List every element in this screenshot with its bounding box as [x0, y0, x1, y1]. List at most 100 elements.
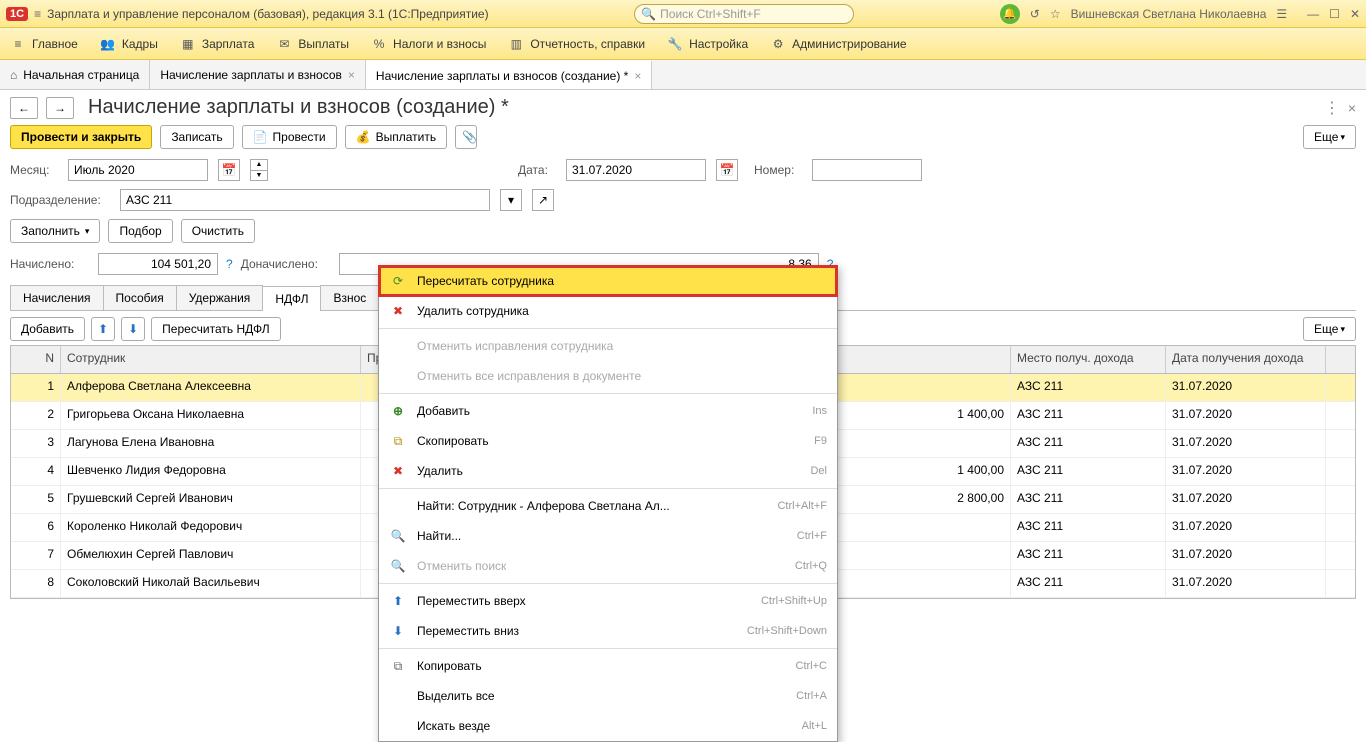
more-button[interactable]: Еще▾	[1303, 125, 1356, 149]
table-more-button[interactable]: Еще▾	[1303, 317, 1356, 341]
cell-date: 31.07.2020	[1166, 486, 1326, 513]
menu-main[interactable]: ≡Главное	[10, 36, 78, 52]
cell-emp: Шевченко Лидия Федоровна	[61, 458, 361, 485]
username[interactable]: Вишневская Светлана Николаевна	[1071, 7, 1267, 21]
post-button[interactable]: 📄Провести	[242, 125, 337, 149]
tab-close-icon[interactable]: ×	[634, 69, 641, 83]
ctx-find[interactable]: 🔍Найти...Ctrl+F	[379, 521, 837, 551]
month-spinner[interactable]: ▲▼	[250, 159, 268, 181]
spin-down-icon[interactable]: ▼	[251, 171, 267, 181]
calendar-icon[interactable]: 📅	[218, 159, 240, 181]
move-up-button[interactable]: ⬆	[91, 317, 115, 341]
post-close-button[interactable]: Провести и закрыть	[10, 125, 152, 149]
maximize-icon[interactable]: ☐	[1329, 7, 1340, 21]
nav-back-button[interactable]: ←	[10, 97, 38, 119]
bell-icon[interactable]: 🔔	[1000, 4, 1020, 24]
history-icon[interactable]: ↺	[1030, 7, 1040, 21]
col-n[interactable]: N	[11, 346, 61, 373]
fill-button[interactable]: Заполнить▾	[10, 219, 100, 243]
minimize-icon[interactable]: —	[1307, 7, 1319, 21]
menu-vyplaty[interactable]: ✉Выплаты	[276, 36, 349, 52]
chevron-down-icon: ▾	[85, 226, 90, 237]
command-bar: Провести и закрыть Записать 📄Провести 💰В…	[10, 125, 1356, 149]
menu-nastr[interactable]: 🔧Настройка	[667, 36, 748, 52]
ctx-move-down[interactable]: ⬇Переместить внизCtrl+Shift+Down	[379, 616, 837, 646]
ctx-select-all[interactable]: Выделить всеCtrl+A	[379, 681, 837, 711]
ctx-add[interactable]: ⊕ДобавитьIns	[379, 396, 837, 426]
save-button[interactable]: Записать	[160, 125, 233, 149]
hamburger-icon[interactable]: ≡	[34, 7, 41, 21]
clear-button[interactable]: Очистить	[181, 219, 255, 243]
doc-close-icon[interactable]: ×	[1348, 100, 1356, 116]
spin-up-icon[interactable]: ▲	[251, 160, 267, 171]
separator	[379, 648, 837, 649]
cell-date: 31.07.2020	[1166, 458, 1326, 485]
subdiv-field[interactable]	[120, 189, 490, 211]
plus-icon: ⊕	[389, 404, 407, 418]
ctx-del-emp[interactable]: ✖Удалить сотрудника	[379, 296, 837, 326]
percent-icon: %	[371, 36, 387, 52]
separator	[379, 583, 837, 584]
arrow-down-icon: ⬇	[128, 322, 138, 336]
month-field[interactable]	[68, 159, 208, 181]
menu-otchet[interactable]: ▥Отчетность, справки	[508, 36, 645, 52]
dropdown-icon[interactable]: ▾	[500, 189, 522, 211]
gear-icon: ⚙	[770, 36, 786, 52]
open-icon[interactable]: ↗	[532, 189, 554, 211]
tab-doc1[interactable]: Начисление зарплаты и взносов×	[150, 60, 366, 89]
arrow-up-icon: ⬆	[98, 322, 108, 336]
number-field[interactable]	[812, 159, 922, 181]
cell-emp: Грушевский Сергей Иванович	[61, 486, 361, 513]
attach-button[interactable]: 📎	[455, 125, 477, 149]
cell-emp: Обмелюхин Сергей Павлович	[61, 542, 361, 569]
add-button[interactable]: Добавить	[10, 317, 85, 341]
tab-home[interactable]: ⌂Начальная страница	[0, 60, 150, 89]
accrued-value: 104 501,20	[98, 253, 218, 275]
calendar-icon[interactable]: 📅	[716, 159, 738, 181]
subtab-contrib[interactable]: Взнос	[320, 285, 379, 310]
tab-close-icon[interactable]: ×	[348, 68, 355, 82]
subtab-accruals[interactable]: Начисления	[10, 285, 104, 310]
global-search[interactable]: 🔍 Поиск Ctrl+Shift+F	[634, 4, 854, 24]
recalc-ndfl-button[interactable]: Пересчитать НДФЛ	[151, 317, 280, 341]
ctx-recalc-emp[interactable]: ⟳Пересчитать сотрудника	[379, 266, 837, 296]
pay-button[interactable]: 💰Выплатить	[345, 125, 447, 149]
ctx-search-all[interactable]: Искать вездеAlt+L	[379, 711, 837, 741]
date-label: Дата:	[518, 163, 556, 177]
menu-zarplata[interactable]: ▦Зарплата	[180, 36, 255, 52]
pick-button[interactable]: Подбор	[108, 219, 172, 243]
ctx-del[interactable]: ✖УдалитьDel	[379, 456, 837, 486]
help-icon[interactable]: ?	[226, 257, 233, 271]
col-date[interactable]: Дата получения дохода	[1166, 346, 1326, 373]
ctx-find-exact[interactable]: Найти: Сотрудник - Алферова Светлана Ал.…	[379, 491, 837, 521]
subtab-deductions[interactable]: Удержания	[176, 285, 264, 310]
subtab-benefits[interactable]: Пособия	[103, 285, 177, 310]
star-icon[interactable]: ☆	[1050, 7, 1061, 21]
more-icon[interactable]: ⋮	[1324, 98, 1340, 118]
col-place[interactable]: Место получ. дохода	[1011, 346, 1166, 373]
date-field[interactable]	[566, 159, 706, 181]
filter-icon[interactable]: ☰	[1276, 7, 1287, 21]
cell-place: АЗС 211	[1011, 458, 1166, 485]
ctx-move-up[interactable]: ⬆Переместить вверхCtrl+Shift+Up	[379, 586, 837, 616]
menu-kadry[interactable]: 👥Кадры	[100, 36, 158, 52]
cell-date: 31.07.2020	[1166, 570, 1326, 597]
subtab-ndfl[interactable]: НДФЛ	[262, 286, 321, 311]
arrow-up-icon: ⬆	[389, 594, 407, 608]
number-label: Номер:	[754, 163, 802, 177]
chevron-down-icon: ▾	[1340, 132, 1345, 143]
menu-admin[interactable]: ⚙Администрирование	[770, 36, 906, 52]
close-icon[interactable]: ✕	[1350, 7, 1360, 21]
ctx-copy[interactable]: ⧉СкопироватьF9	[379, 426, 837, 456]
cell-place: АЗС 211	[1011, 570, 1166, 597]
menubar: ≡Главное 👥Кадры ▦Зарплата ✉Выплаты %Нало…	[0, 28, 1366, 60]
move-down-button[interactable]: ⬇	[121, 317, 145, 341]
ctx-copy2[interactable]: ⧉КопироватьCtrl+C	[379, 651, 837, 681]
delete-icon: ✖	[389, 304, 407, 318]
tab-doc2[interactable]: Начисление зарплаты и взносов (создание)…	[366, 60, 652, 89]
post-icon: 📄	[253, 130, 268, 144]
cell-emp: Соколовский Николай Васильевич	[61, 570, 361, 597]
col-emp[interactable]: Сотрудник	[61, 346, 361, 373]
nav-fwd-button[interactable]: →	[46, 97, 74, 119]
menu-nalogi[interactable]: %Налоги и взносы	[371, 36, 486, 52]
